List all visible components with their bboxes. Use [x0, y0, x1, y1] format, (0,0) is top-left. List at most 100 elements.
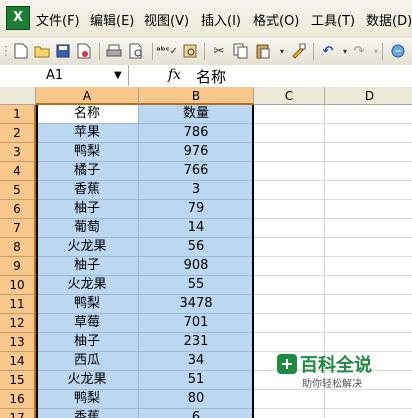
cell-name[interactable]: 火龙果 [36, 276, 139, 295]
redo-icon[interactable]: ↷ [350, 42, 368, 60]
cell-name[interactable]: 苹果 [36, 124, 139, 143]
cell-empty[interactable] [325, 257, 412, 276]
row-header[interactable]: 7 [0, 219, 36, 238]
cell-name[interactable]: 橘子 [36, 162, 139, 181]
cell-quantity[interactable]: 786 [139, 124, 254, 143]
cell-quantity[interactable]: 976 [139, 143, 254, 162]
cell-quantity[interactable]: 数量 [139, 105, 254, 124]
cell-quantity[interactable]: 14 [139, 219, 254, 238]
cell-name[interactable]: 香蕉 [36, 181, 139, 200]
cell-empty[interactable] [254, 219, 325, 238]
undo-icon[interactable]: ↶ [319, 42, 337, 60]
cell-empty[interactable] [325, 143, 412, 162]
cell-empty[interactable] [325, 276, 412, 295]
row-header[interactable]: 16 [0, 390, 36, 409]
cell-empty[interactable] [254, 409, 325, 418]
cell-quantity[interactable]: 3478 [139, 295, 254, 314]
cell-empty[interactable] [254, 200, 325, 219]
cell-name[interactable]: 草莓 [36, 314, 139, 333]
column-header-d[interactable]: D [325, 87, 412, 105]
new-icon[interactable] [12, 42, 30, 60]
row-header[interactable]: 3 [0, 143, 36, 162]
cell-quantity[interactable]: 231 [139, 333, 254, 352]
menu-insert[interactable]: 插入(I) [201, 10, 241, 29]
cell-empty[interactable] [254, 105, 325, 124]
cell-empty[interactable] [254, 276, 325, 295]
row-header[interactable]: 1 [0, 105, 36, 124]
cell-empty[interactable] [325, 219, 412, 238]
cell-empty[interactable] [325, 105, 412, 124]
row-header[interactable]: 13 [0, 333, 36, 352]
cell-name[interactable]: 名称 [36, 105, 139, 124]
hyperlink-icon[interactable] [389, 42, 407, 60]
cell-quantity[interactable]: 51 [139, 371, 254, 390]
insert-function-icon[interactable]: fx [168, 67, 181, 83]
menu-data[interactable]: 数据(D) [366, 10, 412, 29]
cell-empty[interactable] [325, 181, 412, 200]
cell-empty[interactable] [254, 257, 325, 276]
row-header[interactable]: 9 [0, 257, 36, 276]
menu-file[interactable]: 文件(F) [36, 10, 80, 29]
print-icon[interactable] [105, 42, 123, 60]
row-header[interactable]: 2 [0, 124, 36, 143]
cell-empty[interactable] [254, 162, 325, 181]
cell-quantity[interactable]: 55 [139, 276, 254, 295]
research-icon[interactable] [181, 42, 199, 60]
cell-quantity[interactable]: 34 [139, 352, 254, 371]
cell-name[interactable]: 柚子 [36, 200, 139, 219]
cell-quantity[interactable]: 701 [139, 314, 254, 333]
spelling-icon[interactable]: ᵃᵇᶜ✓ [156, 42, 178, 60]
row-header[interactable]: 6 [0, 200, 36, 219]
cell-empty[interactable] [254, 143, 325, 162]
cell-name[interactable]: 鸭梨 [36, 143, 139, 162]
cell-empty[interactable] [254, 181, 325, 200]
toolbar-grip-icon[interactable]: ⋮ [0, 42, 13, 60]
copy-icon[interactable] [232, 42, 250, 60]
cell-empty[interactable] [254, 238, 325, 257]
formula-input[interactable]: 名称 [196, 66, 226, 87]
excel-app-icon[interactable]: X [6, 6, 30, 30]
cell-empty[interactable] [325, 124, 412, 143]
cell-empty[interactable] [254, 295, 325, 314]
print-preview-icon[interactable] [128, 42, 146, 60]
cell-quantity[interactable]: 80 [139, 390, 254, 409]
row-header[interactable]: 14 [0, 352, 36, 371]
cell-name[interactable]: 西瓜 [36, 352, 139, 371]
menu-tools[interactable]: 工具(T) [311, 10, 355, 29]
row-header[interactable]: 8 [0, 238, 36, 257]
row-header[interactable]: 11 [0, 295, 36, 314]
row-header[interactable]: 15 [0, 371, 36, 390]
menu-view[interactable]: 视图(V) [144, 10, 189, 29]
cell-quantity[interactable]: 3 [139, 181, 254, 200]
row-header[interactable]: 5 [0, 181, 36, 200]
cell-quantity[interactable]: 766 [139, 162, 254, 181]
cell-quantity[interactable]: 56 [139, 238, 254, 257]
save-icon[interactable] [54, 42, 72, 60]
cell-name[interactable]: 鸭梨 [36, 390, 139, 409]
cell-empty[interactable] [254, 314, 325, 333]
cell-empty[interactable] [254, 124, 325, 143]
cell-name[interactable]: 柚子 [36, 257, 139, 276]
cell-name[interactable]: 柚子 [36, 333, 139, 352]
menu-format[interactable]: 格式(O) [253, 10, 299, 29]
column-header-b[interactable]: B [139, 87, 254, 105]
cell-quantity[interactable]: 908 [139, 257, 254, 276]
permission-icon[interactable] [75, 42, 93, 60]
cell-quantity[interactable]: 79 [139, 200, 254, 219]
cell-name[interactable]: 鸭梨 [36, 295, 139, 314]
row-header[interactable]: 10 [0, 276, 36, 295]
cut-icon[interactable]: ✂ [210, 42, 228, 60]
name-box-dropdown-icon[interactable]: ▼ [114, 70, 122, 81]
row-header[interactable]: 4 [0, 162, 36, 181]
column-header-a[interactable]: A [36, 87, 139, 105]
cell-empty[interactable] [325, 409, 412, 418]
cell-quantity[interactable]: 6 [139, 409, 254, 418]
cell-name[interactable]: 火龙果 [36, 238, 139, 257]
cell-empty[interactable] [325, 238, 412, 257]
cell-empty[interactable] [325, 200, 412, 219]
cell-empty[interactable] [325, 295, 412, 314]
cell-empty[interactable] [325, 314, 412, 333]
menu-edit[interactable]: 编辑(E) [90, 10, 134, 29]
format-painter-icon[interactable] [289, 42, 307, 60]
name-box[interactable]: A1 ▼ [0, 65, 129, 86]
